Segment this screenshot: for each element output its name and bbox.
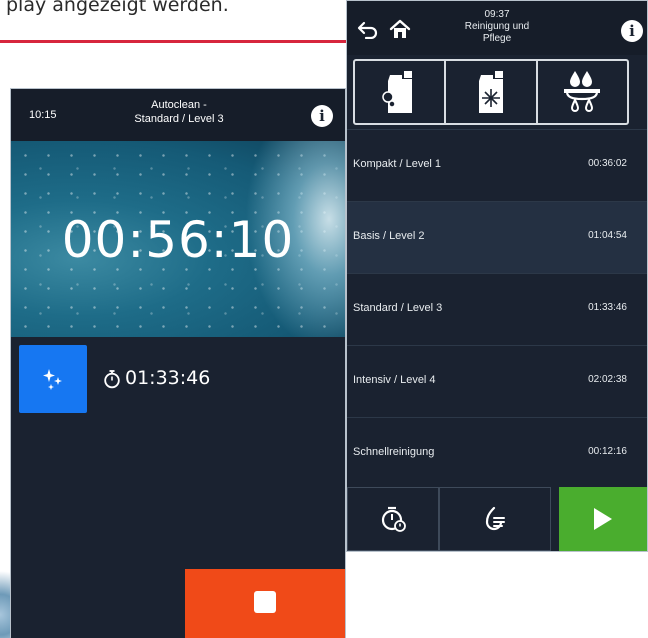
title-line-1: Reinigung und xyxy=(464,21,530,32)
program-duration: 00:36:02 xyxy=(588,158,627,169)
play-icon xyxy=(594,508,612,530)
title-line-1: Autoclean - xyxy=(151,99,207,111)
total-duration: 01:33:46 xyxy=(125,367,211,389)
timer-icon xyxy=(381,506,406,532)
start-button[interactable] xyxy=(559,487,647,551)
water-drops-icon xyxy=(564,71,601,112)
program-row-intensiv[interactable]: Intensiv / Level 4 02:02:38 xyxy=(347,345,647,417)
program-row-standard[interactable]: Standard / Level 3 01:33:46 xyxy=(347,273,647,345)
back-icon[interactable] xyxy=(357,21,379,39)
page: play angezeigt werden. 10:15 Autoclean -… xyxy=(0,0,648,638)
program-name: Basis / Level 2 xyxy=(353,230,425,242)
steam-button[interactable] xyxy=(439,487,551,551)
program-list: Kompakt / Level 1 00:36:02 Basis / Level… xyxy=(347,129,647,489)
status-bar: 09:37 Reinigung und Pflege i xyxy=(347,1,647,55)
clean-mode-button[interactable] xyxy=(19,345,87,413)
program-row-kompakt[interactable]: Kompakt / Level 1 00:36:02 xyxy=(347,129,647,201)
action-bar xyxy=(347,487,647,551)
cleaner-canister-tab[interactable] xyxy=(355,61,447,123)
home-icon[interactable] xyxy=(389,19,411,39)
program-duration: 02:02:38 xyxy=(588,374,627,385)
program-name: Kompakt / Level 1 xyxy=(353,158,442,170)
info-icon[interactable]: i xyxy=(311,105,333,127)
clock: 10:15 xyxy=(29,109,57,121)
clock: 09:37 xyxy=(484,9,510,20)
info-icon[interactable]: i xyxy=(621,20,643,42)
steam-icon xyxy=(485,506,505,531)
care-category-bar xyxy=(353,59,629,125)
title-line-2: Pflege xyxy=(482,33,512,44)
autoclean-screen: 10:15 Autoclean - Standard / Level 3 i 0… xyxy=(10,88,346,638)
remaining-timer: 00:56:10 xyxy=(61,211,295,269)
stopwatch-icon xyxy=(104,370,120,389)
program-row-basis[interactable]: Basis / Level 2 01:04:54 xyxy=(347,201,647,273)
program-row-schnellreinigung[interactable]: Schnellreinigung 00:12:16 xyxy=(347,417,647,489)
program-name: Standard / Level 3 xyxy=(353,302,443,314)
program-duration: 01:04:54 xyxy=(588,230,627,241)
program-name: Intensiv / Level 4 xyxy=(353,374,436,386)
divider-line xyxy=(0,40,346,43)
stop-icon xyxy=(254,591,276,613)
program-duration: 00:12:16 xyxy=(588,446,627,457)
care-screen: 09:37 Reinigung und Pflege i Kompakt / L… xyxy=(346,0,648,552)
document-caption: play angezeigt werden. xyxy=(6,0,229,16)
sparkle-icon xyxy=(43,369,62,390)
water-drops-tab[interactable] xyxy=(538,61,627,123)
timer-button[interactable] xyxy=(347,487,439,551)
screen-title: 09:37 Reinigung und Pflege xyxy=(427,9,567,45)
title-line-2: Standard / Level 3 xyxy=(134,113,224,125)
stop-button[interactable] xyxy=(185,569,345,638)
screen-title: Autoclean - Standard / Level 3 xyxy=(91,98,267,126)
program-duration: 01:33:46 xyxy=(588,302,627,313)
rinse-canister-tab[interactable] xyxy=(446,61,538,123)
progress-hero: 00:56:10 xyxy=(11,141,345,337)
cleaner-canister-icon xyxy=(381,71,412,113)
rinse-canister-icon xyxy=(478,71,503,113)
status-bar: 10:15 Autoclean - Standard / Level 3 i xyxy=(11,89,345,141)
program-name: Schnellreinigung xyxy=(353,446,435,458)
